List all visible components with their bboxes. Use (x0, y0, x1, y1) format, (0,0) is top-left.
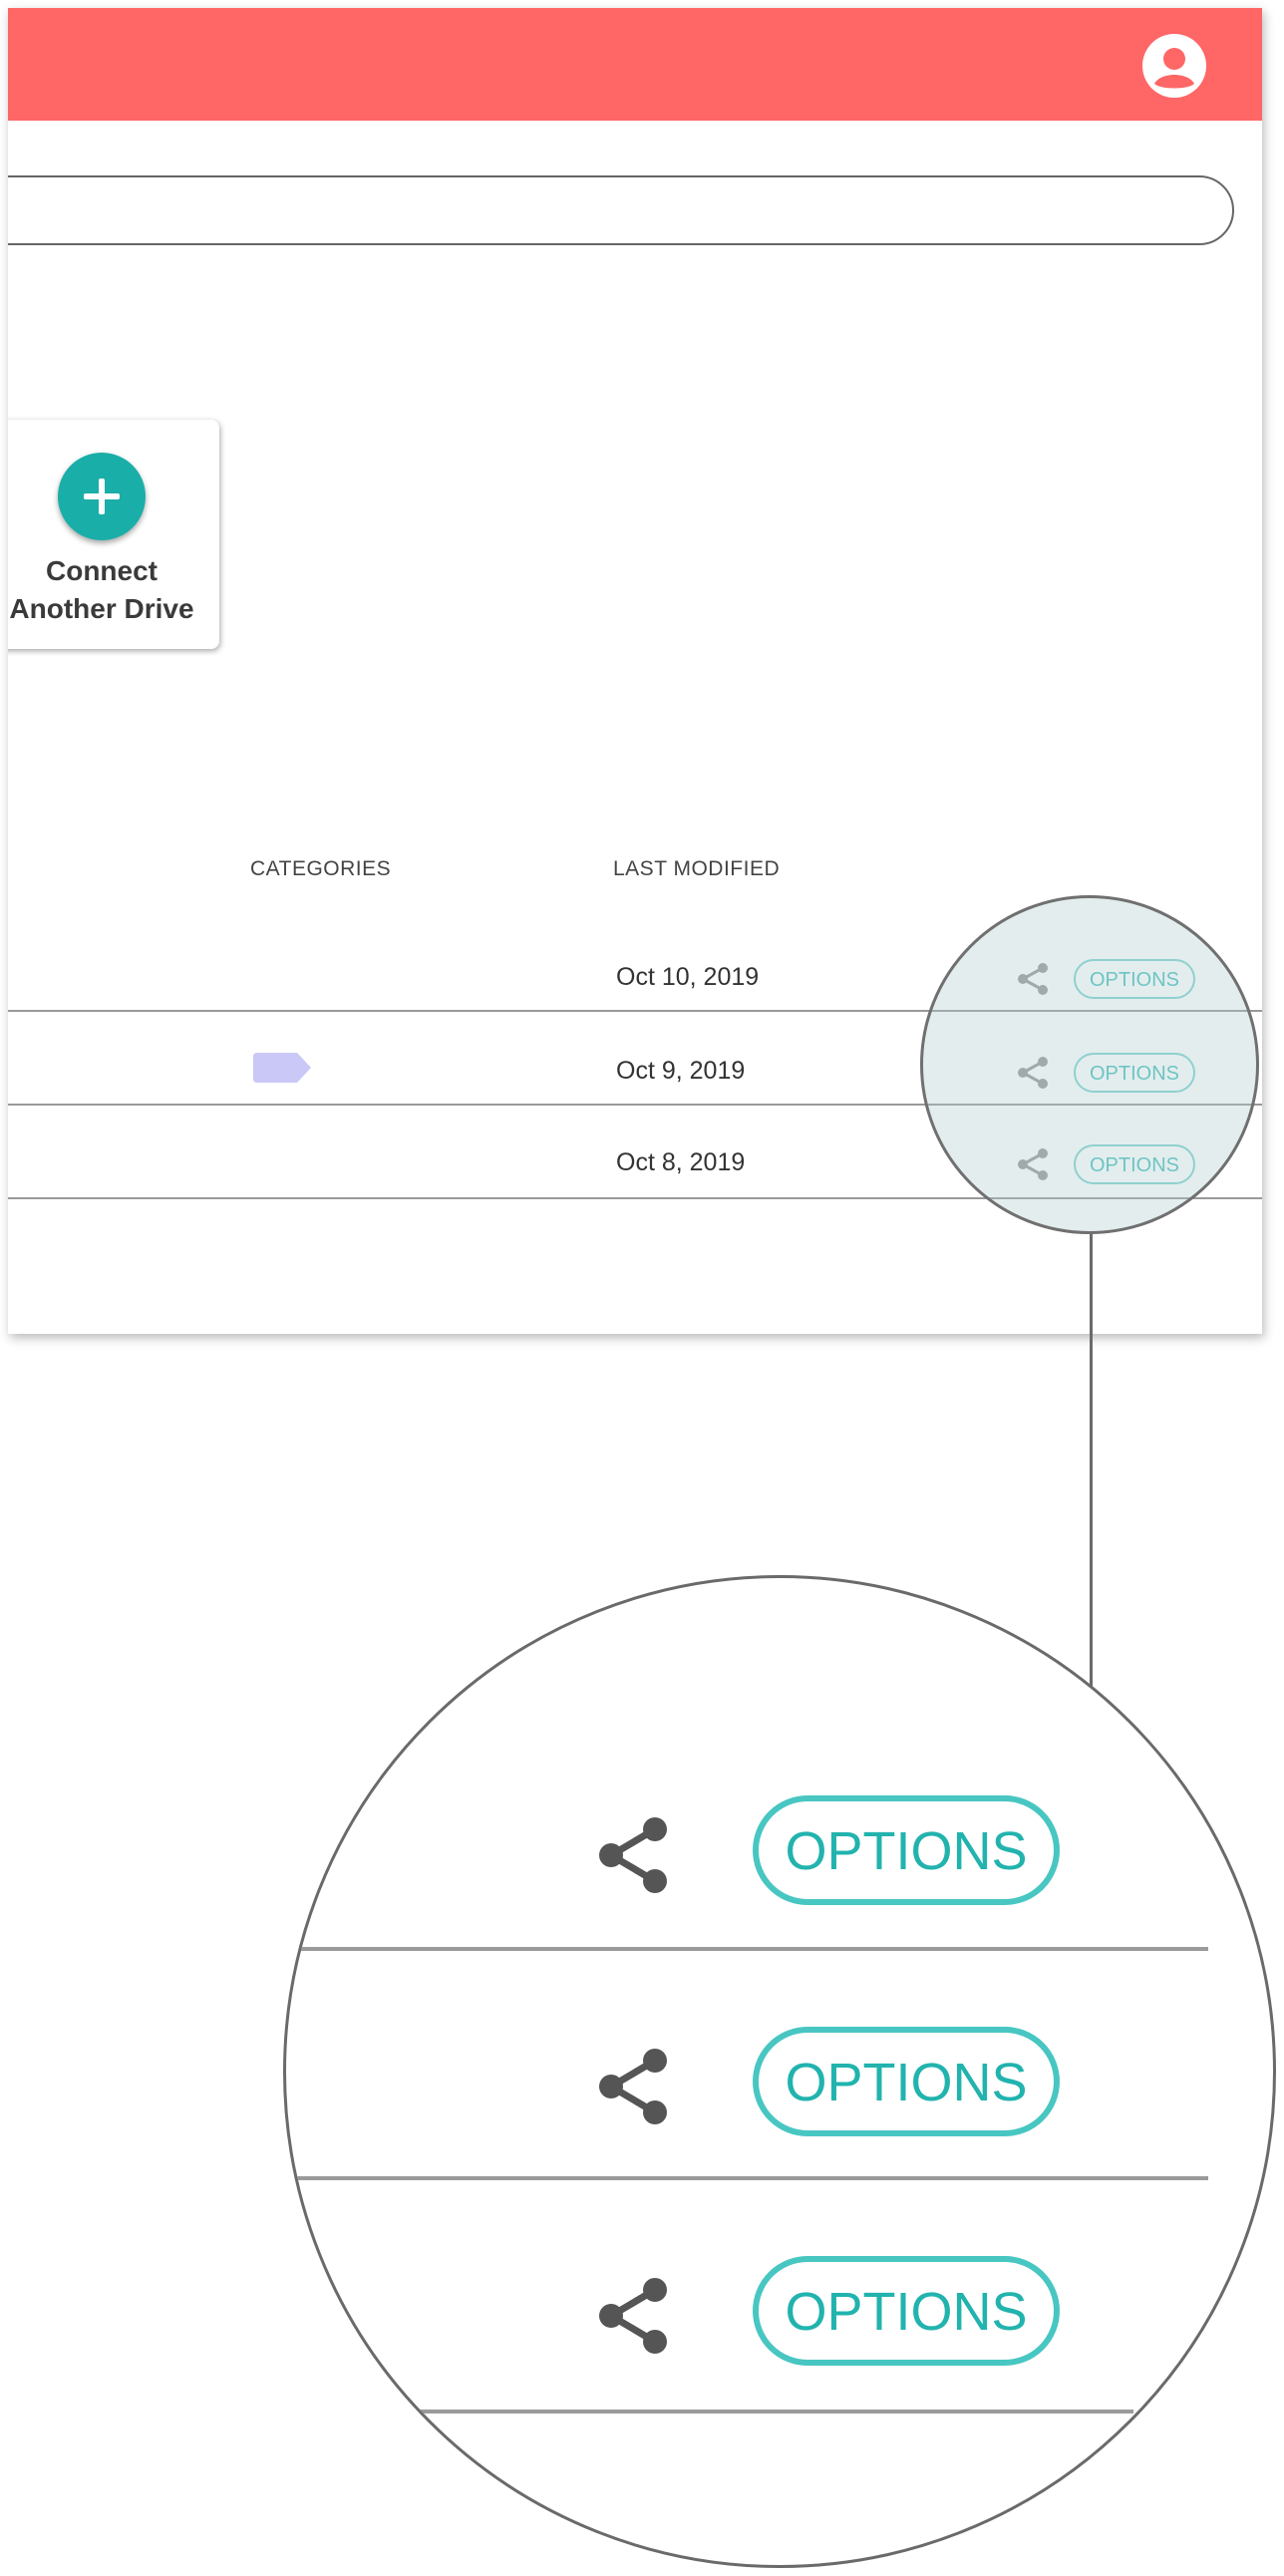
share-icon[interactable] (1015, 961, 1051, 997)
callout-connector (1090, 1234, 1093, 1693)
connect-drive-button[interactable] (58, 453, 146, 540)
app-window: Connect Another Drive CATEGORIES LAST MO… (8, 8, 1262, 1334)
column-header-last-modified[interactable]: LAST MODIFIED (613, 857, 780, 881)
connect-drive-label: Connect Another Drive (8, 552, 201, 628)
magnified-view: OPTIONS OPTIONS OPTIONS (283, 1575, 1276, 2568)
options-button[interactable]: OPTIONS (1074, 1144, 1195, 1184)
share-icon[interactable] (595, 2047, 675, 2126)
column-header-categories[interactable]: CATEGORIES (250, 857, 391, 881)
row-divider (8, 1104, 1262, 1106)
share-icon[interactable] (595, 1815, 675, 1895)
search-input[interactable] (8, 175, 1234, 245)
row-divider (396, 2410, 1133, 2414)
row-divider (286, 1947, 1208, 1951)
category-tag[interactable] (253, 1053, 311, 1083)
row-date: Oct 8, 2019 (616, 1148, 746, 1176)
account-circle-icon[interactable] (1142, 34, 1206, 98)
connect-label-line1: Connect (46, 555, 158, 586)
options-button[interactable]: OPTIONS (1074, 959, 1195, 999)
row-divider (8, 1010, 1262, 1012)
options-button[interactable]: OPTIONS (753, 2256, 1060, 2366)
options-button[interactable]: OPTIONS (753, 1795, 1060, 1905)
share-icon[interactable] (595, 2276, 675, 2356)
row-date: Oct 10, 2019 (616, 963, 760, 991)
row-divider (8, 1197, 1262, 1199)
share-icon[interactable] (1015, 1055, 1051, 1091)
share-icon[interactable] (1015, 1146, 1051, 1182)
connect-label-line2: Another Drive (9, 593, 194, 624)
row-divider (286, 2176, 1208, 2180)
row-date: Oct 9, 2019 (616, 1057, 746, 1085)
plus-icon (84, 479, 120, 514)
top-app-bar (8, 8, 1262, 121)
options-button[interactable]: OPTIONS (753, 2027, 1060, 2136)
options-button[interactable]: OPTIONS (1074, 1053, 1195, 1093)
